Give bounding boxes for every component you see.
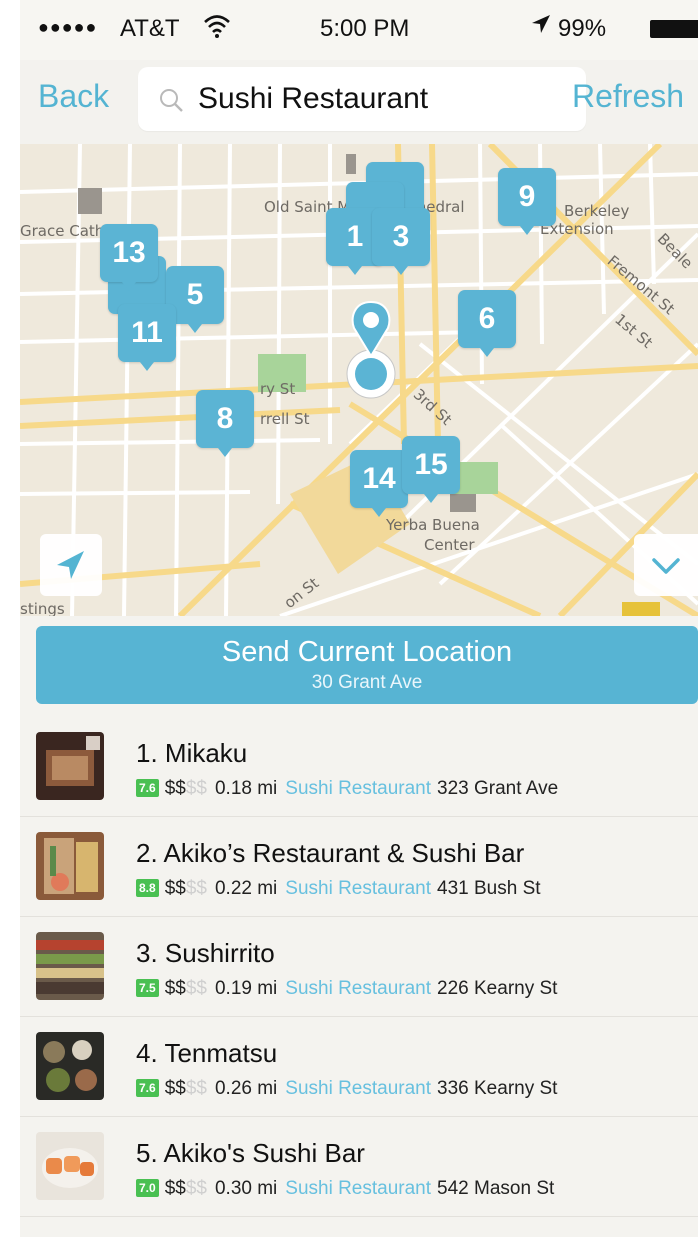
map-label-farrell-st: rrell St	[260, 410, 310, 428]
distance: 0.26 mi	[214, 1078, 278, 1099]
rating-badge: 7.0	[136, 1179, 159, 1197]
map-view[interactable]: Grace Cathedral Old Saint Mary's Cathedr…	[20, 144, 698, 616]
current-address: 30 Grant Ave	[311, 672, 423, 693]
result-meta: 7.6 $$$$ 0.18 mi Sushi Restaurant 323 Grant …	[136, 778, 558, 800]
result-thumbnail	[36, 1132, 104, 1200]
result-meta: 8.8 $$$$ 0.22 mi Sushi Restaurant 431 Bush S…	[136, 878, 541, 900]
map-label-center: Center	[424, 536, 475, 554]
price-level: $$	[164, 978, 186, 999]
address: 431 Bush St	[437, 878, 541, 899]
distance: 0.22 mi	[214, 878, 278, 899]
address: 336 Kearny St	[437, 1078, 558, 1099]
rating-badge: 8.8	[136, 879, 159, 897]
result-thumbnail	[36, 932, 104, 1000]
carrier-label: AT&T	[120, 15, 180, 42]
result-name: 1. Mikaku	[136, 738, 248, 768]
distance: 0.30 mi	[214, 1178, 278, 1199]
location-services-icon	[532, 15, 550, 33]
clock: 5:00 PM	[320, 15, 410, 42]
address: 542 Mason St	[437, 1178, 555, 1199]
price-level-inactive: $$	[185, 778, 207, 799]
map-pin-9[interactable]: 9	[498, 168, 556, 235]
map-pin-11[interactable]: 11	[118, 304, 176, 371]
result-name: 3. Sushirrito	[136, 938, 275, 968]
category-link[interactable]: Sushi Restaurant	[285, 978, 431, 999]
result-row[interactable]: 2. Akiko’s Restaurant & Sushi Bar 8.8 $$$…	[20, 816, 698, 917]
chevron-down-icon	[652, 558, 680, 574]
result-name: 5. Akiko's Sushi Bar	[136, 1138, 365, 1168]
map-label-berkeley: Berkeley	[564, 202, 630, 220]
result-meta: 7.0 $$$$ 0.30 mi Sushi Restaurant 542 Mason …	[136, 1178, 554, 1200]
battery-icon	[650, 20, 698, 38]
category-link[interactable]: Sushi Restaurant	[285, 1078, 431, 1099]
result-thumbnail	[36, 832, 104, 900]
map-pin-3[interactable]: 3	[372, 208, 430, 275]
collapse-map-button[interactable]	[634, 534, 698, 596]
price-level-inactive: $$	[185, 878, 207, 899]
back-button[interactable]: Back	[38, 78, 109, 115]
wifi-icon	[204, 15, 230, 38]
rating-badge: 7.6	[136, 779, 159, 797]
price-level-inactive: $$	[185, 1178, 207, 1199]
search-icon	[160, 89, 183, 112]
category-link[interactable]: Sushi Restaurant	[285, 778, 431, 799]
refresh-button[interactable]: Refresh	[572, 78, 684, 115]
rating-badge: 7.6	[136, 1079, 159, 1097]
price-level: $$	[164, 1078, 186, 1099]
send-current-location-button[interactable]: Send Current Location 30 Grant Ave	[36, 626, 698, 704]
result-thumbnail	[36, 732, 104, 800]
result-meta: 7.5 $$$$ 0.19 mi Sushi Restaurant 226 Kearny…	[136, 978, 557, 1000]
price-level: $$	[164, 1178, 186, 1199]
result-row[interactable]: 5. Akiko's Sushi Bar 7.0 $$$$ 0.30 mi Sushi…	[20, 1116, 698, 1217]
category-link[interactable]: Sushi Restaurant	[285, 878, 431, 899]
result-row[interactable]: 3. Sushirrito 7.5 $$$$ 0.19 mi Sushi Restau…	[20, 916, 698, 1017]
map-pin-8[interactable]: 8	[196, 390, 254, 457]
result-meta: 7.6 $$$$ 0.26 mi Sushi Restaurant 336 Kearny…	[136, 1078, 557, 1100]
result-name: 4. Tenmatsu	[136, 1038, 278, 1068]
result-name: 2. Akiko’s Restaurant & Sushi Bar	[136, 838, 525, 868]
map-label-yerba-buena: Yerba Buena	[386, 516, 480, 534]
result-thumbnail	[36, 1032, 104, 1100]
status-bar: ●●●●● AT&T 5:00 PM 99%	[20, 0, 698, 60]
address: 323 Grant Ave	[437, 778, 559, 799]
location-arrow-icon	[57, 551, 84, 579]
rating-badge: 7.5	[136, 979, 159, 997]
price-level: $$	[164, 778, 186, 799]
map-pin-6[interactable]: 6	[458, 290, 516, 357]
category-link[interactable]: Sushi Restaurant	[285, 1178, 431, 1199]
search-input[interactable]	[198, 77, 568, 121]
map-label-listings: stings	[20, 600, 65, 616]
result-row[interactable]: 4. Tenmatsu 7.6 $$$$ 0.26 mi Sushi Restaura…	[20, 1016, 698, 1117]
result-row[interactable]: 1. Mikaku 7.6 $$$$ 0.18 mi Sushi Restaurant…	[20, 716, 698, 817]
navigation-bar: Back Refresh	[20, 60, 698, 144]
app-screen: ●●●●● AT&T 5:00 PM 99% Back Refresh	[20, 0, 698, 1237]
address: 226 Kearny St	[437, 978, 558, 999]
price-level-inactive: $$	[185, 1078, 207, 1099]
search-bar[interactable]	[138, 67, 586, 131]
distance: 0.19 mi	[214, 978, 278, 999]
price-level: $$	[164, 878, 186, 899]
battery-percent: 99%	[558, 15, 607, 42]
price-level-inactive: $$	[185, 978, 207, 999]
map-pin-14[interactable]: 14	[350, 450, 408, 517]
distance: 0.18 mi	[214, 778, 278, 799]
map-pin-15[interactable]: 15	[402, 436, 460, 503]
signal-strength-icon: ●●●●●	[38, 17, 98, 37]
map-label-sutter-st: ry St	[260, 380, 296, 398]
map-pin-13[interactable]: 13	[100, 224, 158, 291]
map-marker-icon	[346, 300, 396, 399]
locate-me-button[interactable]	[40, 534, 102, 596]
send-location-title: Send Current Location	[221, 636, 513, 668]
